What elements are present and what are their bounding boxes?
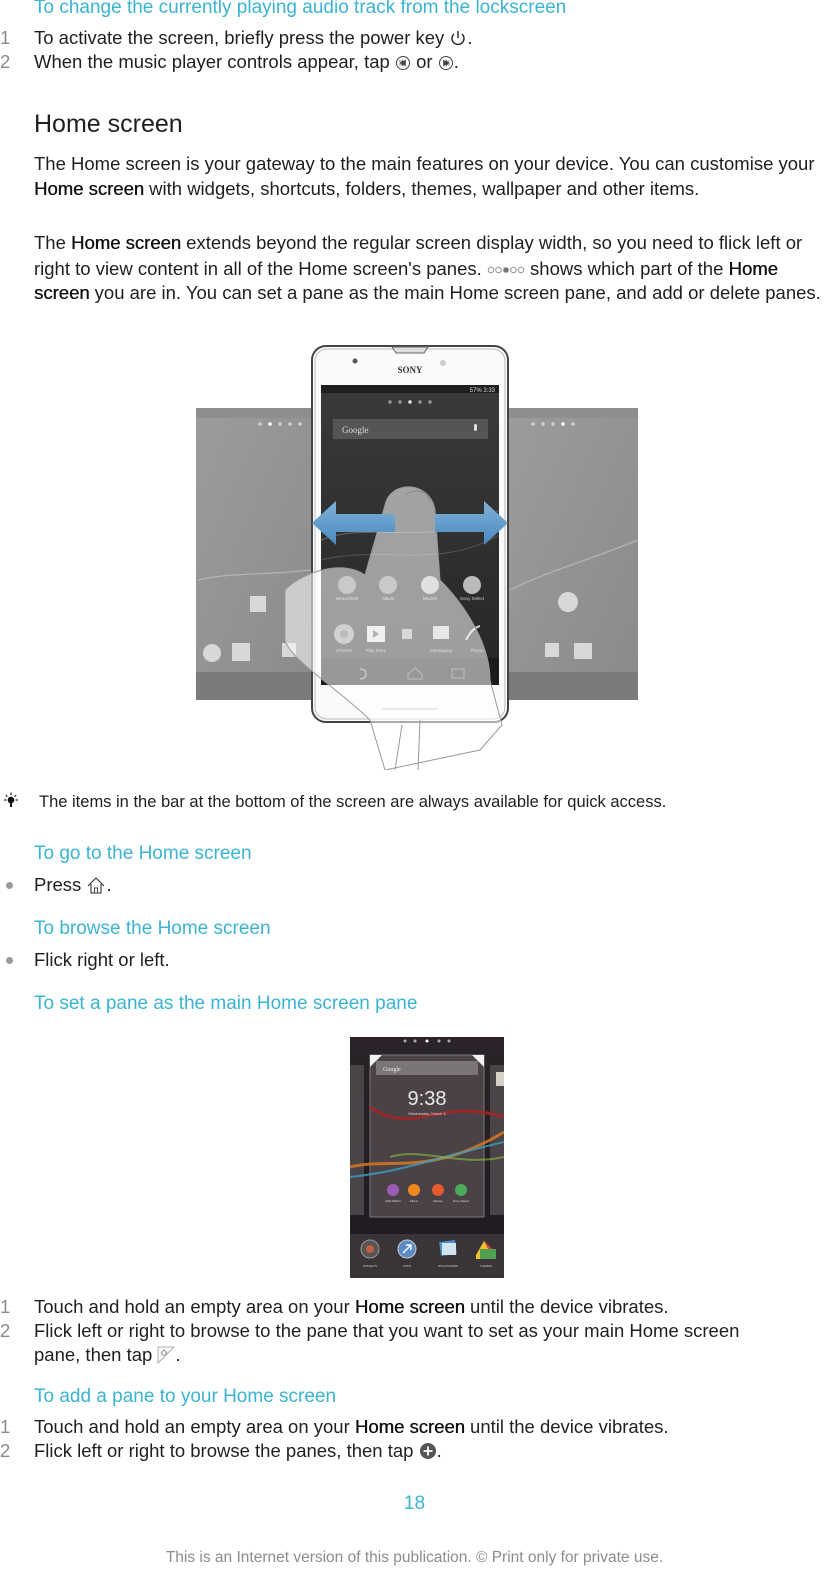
pane-indicator-icon [487, 256, 525, 281]
text: . [436, 1440, 442, 1461]
bullet-item: Press . [0, 873, 829, 897]
step-number: 2 [0, 51, 11, 72]
text: until the device vibrates. [464, 1416, 669, 1437]
step-number: 1 [0, 1296, 11, 1317]
previous-track-icon [395, 53, 411, 77]
set-main-pane-screenshot: Google 9:38 Wednesday, March 6 WALKMAN A… [349, 1037, 505, 1278]
bottom-label: THEMES [480, 1264, 493, 1268]
bottom-label: APPS [403, 1264, 411, 1268]
bullet-item: Flick right or left. [0, 948, 829, 972]
text: . [106, 874, 112, 895]
text: shows which part of the [524, 257, 729, 279]
bullet-dot [6, 957, 13, 964]
step-item: 2 Flick left or right to browse to the p… [0, 1319, 774, 1370]
right-pane [508, 408, 638, 700]
bold-term: Home screen [71, 232, 182, 253]
text: Touch and hold an empty area on your [34, 1296, 355, 1317]
phone-brand: SONY [397, 365, 423, 375]
step-list: 1 Touch and hold an empty area on your H… [0, 1415, 829, 1466]
home-paragraph-1: The Home screen is your gateway to the m… [34, 152, 826, 201]
bottom-label: WALLPAPERS [438, 1264, 458, 1268]
text: Flick left or right to browse the panes,… [34, 1440, 414, 1461]
text: you are in. You can set a pane as the ma… [89, 282, 821, 303]
home-paragraph-2: The Home screen extends beyond the regul… [34, 231, 826, 306]
step-number: 2 [0, 1320, 11, 1341]
pane-dot [495, 266, 502, 273]
pane-dot [510, 266, 517, 273]
step-text-end: . [467, 27, 473, 48]
section-heading-go-home: To go to the Home screen [34, 843, 252, 864]
pane-dot-active [503, 266, 509, 273]
step-text-end: . [453, 51, 459, 72]
step-number: 1 [0, 1416, 11, 1437]
app-label: WALKMAN [385, 1199, 400, 1203]
mic-icon [474, 424, 477, 431]
step-item: 2 Flick left or right to browse the pane… [0, 1439, 829, 1466]
section-heading-change-track: To change the currently playing audio tr… [34, 0, 567, 18]
bold-term: Home screen [354, 1416, 465, 1437]
add-pane-icon [419, 1442, 437, 1466]
bottom-label: WIDGETS [363, 1264, 377, 1268]
bold-term: Home screen [354, 1296, 465, 1317]
text: with widgets, shortcuts, folders, themes… [144, 177, 700, 199]
bullet-dot [6, 882, 13, 889]
clock: 9:38 [408, 1088, 447, 1110]
tip-text: The items in the bar at the bottom of th… [39, 793, 667, 811]
text: The Home screen is your gateway to the m… [34, 153, 815, 174]
bold-term: Home screen [34, 177, 145, 199]
section-heading-set-main-pane: To set a pane as the main Home screen pa… [34, 993, 418, 1014]
text: Flick left or right to browse to the pan… [34, 1320, 740, 1365]
text: Touch and hold an empty area on your [34, 1416, 355, 1437]
step-number: 2 [0, 1440, 11, 1461]
text: The [34, 232, 72, 253]
footer-notice: This is an Internet version of this publ… [165, 1549, 664, 1566]
home-screen-flick-illustration: SONY 57% 3:33 Google WALKMAN Album Movie… [190, 340, 640, 771]
tip-note: The items in the bar at the bottom of th… [0, 790, 829, 816]
step-text: When the music player controls appear, t… [34, 51, 390, 72]
pane-dot [487, 266, 495, 273]
step-text-or: or [416, 51, 433, 72]
text: . [175, 1344, 181, 1365]
bullet-text: Flick right or left. [34, 949, 170, 970]
status-bar-text: 57% 3:33 [470, 388, 496, 394]
step-item: 2 When the music player controls appear,… [0, 50, 829, 74]
app-label: Movies [433, 1199, 443, 1203]
search-label: Google [383, 1067, 401, 1073]
section-title-home-screen: Home screen [34, 110, 183, 138]
step-item: 1 Touch and hold an empty area on your H… [0, 1295, 829, 1319]
app-label: Sony Select [453, 1199, 469, 1203]
text: until the device vibrates. [464, 1296, 669, 1317]
step-text: To activate the screen, briefly press th… [34, 27, 445, 48]
app-label: Album [410, 1199, 419, 1203]
step-item: 1 Touch and hold an empty area on your H… [0, 1415, 829, 1439]
step-list: 1 Touch and hold an empty area on your H… [0, 1295, 829, 1370]
section-heading-add-pane: To add a pane to your Home screen [34, 1386, 337, 1407]
set-home-pane-icon [157, 1346, 176, 1370]
app-label: Sony Select [460, 596, 485, 601]
lightbulb-icon [2, 792, 20, 815]
section-heading-browse: To browse the Home screen [34, 918, 271, 939]
pane-dot [517, 266, 525, 273]
search-label: Google [342, 425, 369, 435]
step-item: 1 To activate the screen, briefly press … [0, 26, 829, 50]
text: Press [34, 874, 82, 895]
page-number: 18 [403, 1493, 426, 1514]
next-track-icon [438, 53, 454, 77]
step-number: 1 [0, 27, 11, 48]
bullet-content: Press . [34, 873, 112, 900]
home-icon [86, 876, 106, 900]
date: Wednesday, March 6 [408, 1111, 446, 1116]
step-list: 1 To activate the screen, briefly press … [0, 26, 829, 74]
pane-preview [369, 1054, 485, 1218]
